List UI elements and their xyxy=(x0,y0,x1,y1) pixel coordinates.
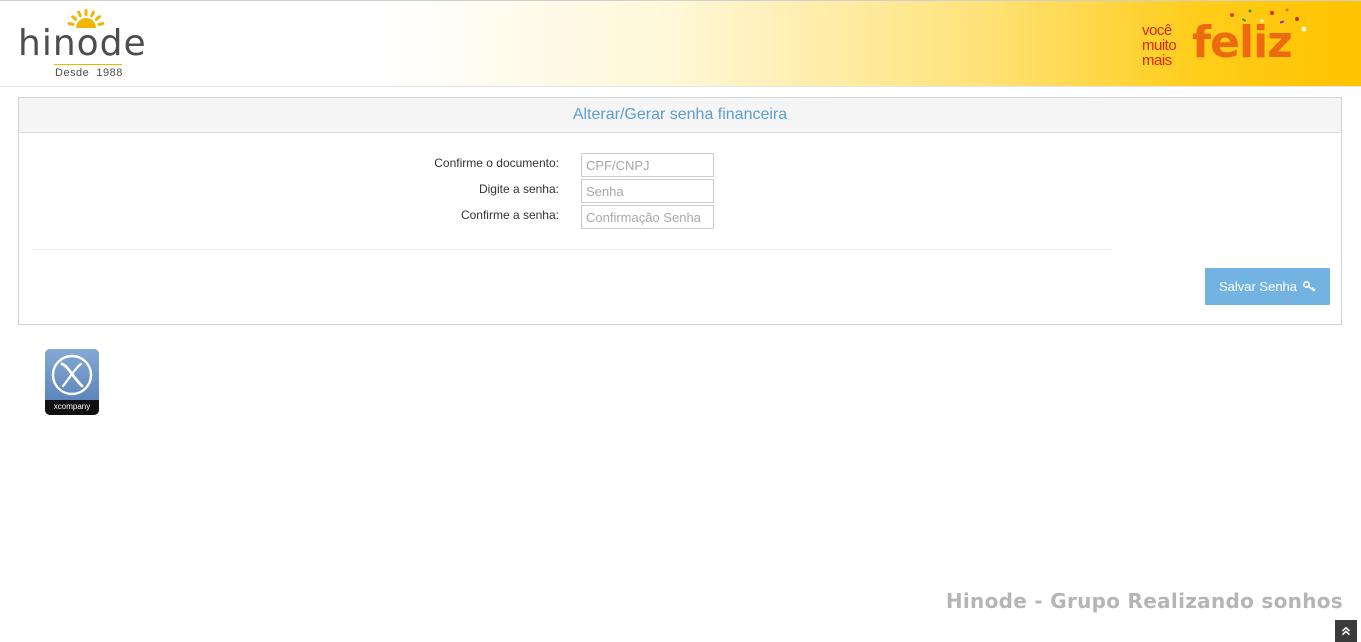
save-button-label: Salvar Senha xyxy=(1218,279,1298,294)
logo-rule xyxy=(54,64,122,65)
password-panel: Alterar/Gerar senha financeira Confirme … xyxy=(18,97,1342,325)
document-input[interactable] xyxy=(581,153,714,177)
document-label: Confirme o documento: xyxy=(434,156,559,170)
hinode-logo[interactable]: hinode Desde 1988 xyxy=(18,9,158,81)
xcompany-emblem xyxy=(45,349,99,400)
header-banner: hinode Desde 1988 você muito mais feliz xyxy=(0,1,1361,87)
footer-tagline: Hinode - Grupo Realizando sonhos xyxy=(945,589,1343,613)
scroll-to-top-button[interactable] xyxy=(1335,620,1357,642)
key-icon xyxy=(1303,281,1316,292)
confirm-password-input[interactable] xyxy=(581,205,714,229)
password-input[interactable] xyxy=(581,179,714,203)
panel-title: Alterar/Gerar senha financeira xyxy=(19,98,1341,133)
double-chevron-up-icon xyxy=(1341,626,1351,636)
password-label: Digite a senha: xyxy=(478,182,559,196)
save-password-button[interactable]: Salvar Senha xyxy=(1205,268,1330,305)
logo-wordmark: hinode xyxy=(18,23,147,64)
xcompany-logo[interactable]: xcompany xyxy=(45,349,99,415)
logo-since-text: Desde 1988 xyxy=(55,67,123,79)
confirm-password-label: Confirme a senha: xyxy=(460,208,559,222)
x-emblem-icon xyxy=(51,354,93,396)
form-divider xyxy=(31,249,1111,250)
slogan-big-text: feliz xyxy=(1192,17,1293,68)
slogan-banner: você muito mais feliz xyxy=(1142,8,1312,77)
xcompany-label: xcompany xyxy=(45,400,99,415)
